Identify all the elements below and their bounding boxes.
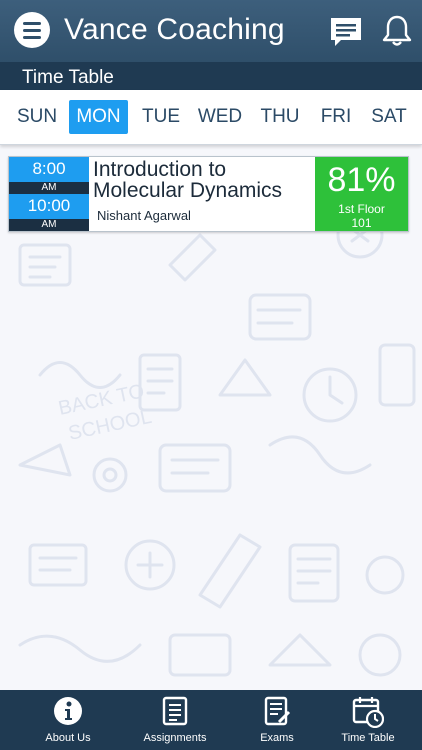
- nav-exams[interactable]: Exams: [232, 690, 322, 750]
- room-floor: 1st Floor: [338, 202, 385, 216]
- bottom-nav: About Us Assignments Exams Time Table: [0, 690, 422, 750]
- calendar-clock-icon: [352, 697, 384, 728]
- page-title: Time Table: [22, 67, 114, 88]
- nav-assignments[interactable]: Assignments: [125, 690, 225, 750]
- attendance-badge: 81% 1st Floor 101: [315, 157, 408, 231]
- tab-sun[interactable]: SUN: [12, 100, 62, 134]
- room-info: 1st Floor 101: [315, 202, 408, 230]
- start-time: 8:00: [32, 159, 66, 178]
- tab-thu[interactable]: THU: [254, 100, 306, 134]
- tab-mon[interactable]: MON: [69, 100, 128, 134]
- class-card[interactable]: 8:00 AM 10:00 AM Introduction to Molecul…: [8, 156, 409, 232]
- end-ampm: AM: [9, 219, 89, 231]
- app-header: Vance Coaching: [0, 0, 422, 62]
- nav-label: Assignments: [143, 732, 207, 744]
- tab-sat[interactable]: SAT: [366, 100, 412, 134]
- teacher-name: Nishant Agarwal: [97, 208, 191, 223]
- app-title: Vance Coaching: [64, 13, 285, 46]
- info-icon: [54, 697, 82, 725]
- tab-fri[interactable]: FRI: [314, 100, 358, 134]
- section-header: Time Table: [0, 62, 422, 90]
- tab-wed[interactable]: WED: [194, 100, 246, 134]
- end-time: 10:00: [27, 196, 71, 215]
- attendance-percent: 81%: [327, 161, 396, 199]
- nav-label: Exams: [260, 732, 294, 744]
- course-title: Introduction to Molecular Dynamics: [93, 158, 283, 202]
- start-ampm: AM: [9, 182, 89, 194]
- day-tabs: SUN MON TUE WED THU FRI SAT: [0, 90, 422, 145]
- nav-label: Time Table: [341, 732, 395, 744]
- room-number: 101: [351, 216, 372, 230]
- nav-time-table[interactable]: Time Table: [318, 690, 418, 750]
- exam-icon: [264, 696, 291, 726]
- class-time: 8:00 AM 10:00 AM: [9, 157, 89, 231]
- bell-icon[interactable]: [381, 14, 413, 48]
- nav-label: About Us: [45, 732, 91, 744]
- hamburger-menu-icon[interactable]: [14, 12, 50, 48]
- tab-tue[interactable]: TUE: [136, 100, 186, 134]
- nav-about-us[interactable]: About Us: [18, 690, 118, 750]
- chat-icon[interactable]: [329, 16, 363, 48]
- assignment-icon: [162, 696, 188, 726]
- start-time-block: 8:00 AM: [9, 157, 89, 194]
- end-time-block: 10:00 AM: [9, 194, 89, 231]
